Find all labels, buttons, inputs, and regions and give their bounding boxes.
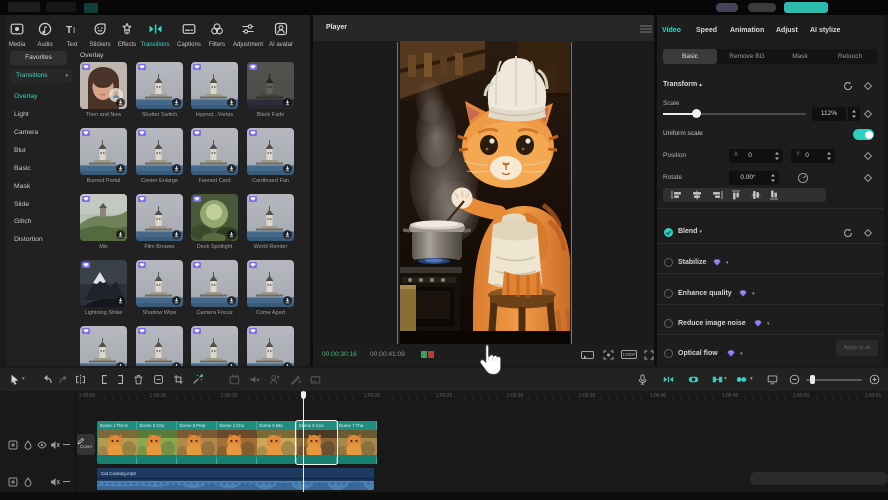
svg-text:T: T	[66, 25, 72, 36]
svg-text:I: I	[73, 26, 75, 35]
